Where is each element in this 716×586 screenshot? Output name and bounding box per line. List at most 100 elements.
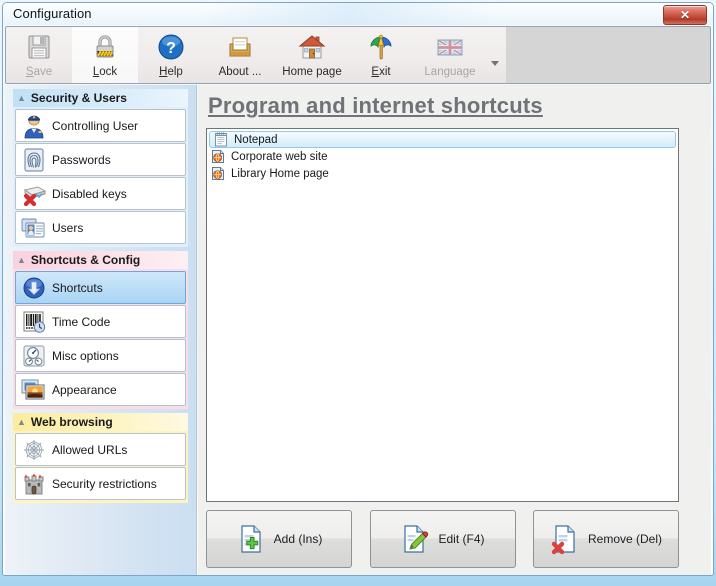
sidebar-item-users[interactable]: Users bbox=[15, 211, 186, 244]
toolbar-button-about[interactable]: About ... bbox=[204, 27, 276, 83]
disabled-keys-icon bbox=[19, 181, 49, 207]
toolbar-label-about: About ... bbox=[218, 66, 262, 78]
sidebar-group-security-users: ▲ Security & Users Controlling User Pass… bbox=[13, 85, 188, 247]
main-panel: Program and internet shortcuts Notepad C… bbox=[198, 85, 711, 575]
chevron-up-icon: ▲ bbox=[17, 254, 26, 265]
toolbar: Save Lock ? Help About ... Home page Exi… bbox=[5, 26, 711, 84]
sidebar-group-header-web-browsing[interactable]: ▲ Web browsing bbox=[13, 413, 188, 431]
sidebar-item-controlling-user[interactable]: Controlling User bbox=[15, 109, 186, 142]
sidebar-item-misc-options[interactable]: Misc options bbox=[15, 339, 186, 372]
padlock-icon bbox=[89, 31, 121, 63]
toolbar-button-home-page[interactable]: Home page bbox=[276, 27, 348, 83]
language-dropdown-button[interactable] bbox=[486, 27, 504, 83]
sidebar-group-body-web-browsing: Allowed URLs Security restrictions bbox=[13, 431, 188, 503]
action-button-bar: Add (Ins) Edit (F4) Remove (Del) bbox=[206, 510, 679, 568]
notepad-icon bbox=[213, 132, 229, 147]
photo-sunset-icon bbox=[19, 377, 49, 403]
list-item[interactable]: Library Home page bbox=[207, 165, 678, 182]
sidebar-item-appearance[interactable]: Appearance bbox=[15, 373, 186, 406]
sidebar-item-label: Appearance bbox=[52, 382, 117, 397]
gauges-icon bbox=[19, 343, 49, 369]
sidebar-group-title: Web browsing bbox=[30, 415, 113, 429]
list-item-label: Notepad bbox=[234, 133, 278, 146]
users-cards-icon bbox=[19, 215, 49, 241]
window-title: Configuration bbox=[13, 6, 92, 21]
barcode-clock-icon bbox=[19, 309, 49, 335]
toolbar-label-exit: Exit bbox=[371, 66, 391, 78]
floppy-disk-icon bbox=[23, 31, 55, 63]
add-button-label: Add (Ins) bbox=[273, 532, 323, 546]
fingerprint-icon bbox=[19, 147, 49, 173]
sidebar-group-body-security-users: Controlling User Passwords Disabled keys… bbox=[13, 107, 188, 247]
close-icon: ✕ bbox=[679, 8, 691, 22]
edit-button[interactable]: Edit (F4) bbox=[369, 510, 516, 568]
castle-icon bbox=[19, 471, 49, 497]
page-title: Program and internet shortcuts bbox=[208, 93, 543, 118]
sidebar-item-label: Misc options bbox=[52, 348, 119, 363]
configuration-window: Configuration ✕ Save Lock ? Help About .… bbox=[0, 0, 716, 586]
chevron-down-icon bbox=[491, 60, 499, 66]
sidebar-item-label: Disabled keys bbox=[52, 186, 127, 201]
list-item-label: Library Home page bbox=[231, 167, 329, 180]
sidebar-item-label: Security restrictions bbox=[52, 476, 157, 491]
sidebar-item-disabled-keys[interactable]: Disabled keys bbox=[15, 177, 186, 210]
chevron-up-icon: ▲ bbox=[17, 416, 26, 427]
sidebar-item-label: Users bbox=[52, 220, 84, 235]
shortcuts-list[interactable]: Notepad Corporate web site Library Home … bbox=[206, 128, 679, 502]
sidebar-item-shortcuts[interactable]: Shortcuts bbox=[15, 271, 186, 304]
sidebar-group-title: Security & Users bbox=[30, 91, 127, 105]
sidebar-group-header-security-users[interactable]: ▲ Security & Users bbox=[13, 89, 188, 107]
toolbar-button-strip: Save Lock ? Help About ... Home page Exi… bbox=[6, 27, 506, 83]
svg-text:?: ? bbox=[166, 40, 176, 57]
sidebar-item-label: Shortcuts bbox=[52, 280, 103, 295]
sidebar-group-shortcuts-config: ▲ Shortcuts & Config Shortcuts Time Code… bbox=[13, 251, 188, 409]
sidebar: ▲ Security & Users Controlling User Pass… bbox=[5, 85, 197, 575]
list-item[interactable]: Notepad bbox=[209, 131, 676, 148]
sidebar-item-allowed-urls[interactable]: Allowed URLs bbox=[15, 433, 186, 466]
toolbar-button-exit[interactable]: Exit bbox=[348, 27, 414, 83]
question-circle-icon: ? bbox=[155, 31, 187, 63]
toolbar-label-help: Help bbox=[159, 66, 183, 78]
title-bar: Configuration ✕ bbox=[3, 3, 713, 25]
edit-button-label: Edit (F4) bbox=[438, 532, 485, 546]
page-remove-icon bbox=[550, 523, 580, 555]
sidebar-item-security-restrictions[interactable]: Security restrictions bbox=[15, 467, 186, 500]
sidebar-item-label: Allowed URLs bbox=[52, 442, 128, 457]
window-frame: Configuration ✕ Save Lock ? Help About .… bbox=[2, 2, 714, 576]
parasol-icon bbox=[365, 31, 397, 63]
sidebar-group-title: Shortcuts & Config bbox=[30, 253, 141, 267]
uk-flag-icon bbox=[434, 31, 466, 63]
toolbar-label-lock: Lock bbox=[92, 66, 118, 78]
toolbar-label-save: Save bbox=[25, 66, 53, 78]
police-user-icon bbox=[19, 113, 49, 139]
list-item[interactable]: Corporate web site bbox=[207, 148, 678, 165]
toolbar-button-language[interactable]: Language bbox=[414, 27, 486, 83]
close-button[interactable]: ✕ bbox=[663, 5, 707, 25]
toolbar-button-lock[interactable]: Lock bbox=[72, 27, 138, 83]
chevron-up-icon: ▲ bbox=[17, 92, 26, 103]
page-add-icon bbox=[236, 523, 266, 555]
window-body: ▲ Security & Users Controlling User Pass… bbox=[5, 85, 711, 575]
sidebar-group-header-shortcuts-config[interactable]: ▲ Shortcuts & Config bbox=[13, 251, 188, 269]
spider-web-icon bbox=[19, 437, 49, 463]
remove-button[interactable]: Remove (Del) bbox=[533, 510, 679, 568]
remove-button-label: Remove (Del) bbox=[587, 532, 662, 546]
house-icon bbox=[296, 31, 328, 63]
sidebar-item-time-code[interactable]: Time Code bbox=[15, 305, 186, 338]
internet-shortcut-icon bbox=[210, 149, 226, 164]
page-edit-icon bbox=[400, 523, 430, 555]
internet-shortcut-icon bbox=[210, 166, 226, 181]
inbox-tray-icon bbox=[224, 31, 256, 63]
sidebar-item-label: Passwords bbox=[52, 152, 111, 167]
sidebar-group-body-shortcuts-config: Shortcuts Time Code Misc options Appeara… bbox=[13, 269, 188, 409]
toolbar-button-help[interactable]: ? Help bbox=[138, 27, 204, 83]
toolbar-button-save[interactable]: Save bbox=[6, 27, 72, 83]
sidebar-item-label: Controlling User bbox=[52, 118, 139, 133]
add-button[interactable]: Add (Ins) bbox=[206, 510, 352, 568]
sidebar-group-web-browsing: ▲ Web browsing Allowed URLs Security res… bbox=[13, 413, 188, 503]
sidebar-item-passwords[interactable]: Passwords bbox=[15, 143, 186, 176]
toolbar-label-home-page: Home page bbox=[282, 66, 342, 78]
download-arrow-icon bbox=[19, 275, 49, 301]
title-bar-sheen bbox=[203, 3, 623, 25]
toolbar-label-language: Language bbox=[424, 66, 476, 78]
